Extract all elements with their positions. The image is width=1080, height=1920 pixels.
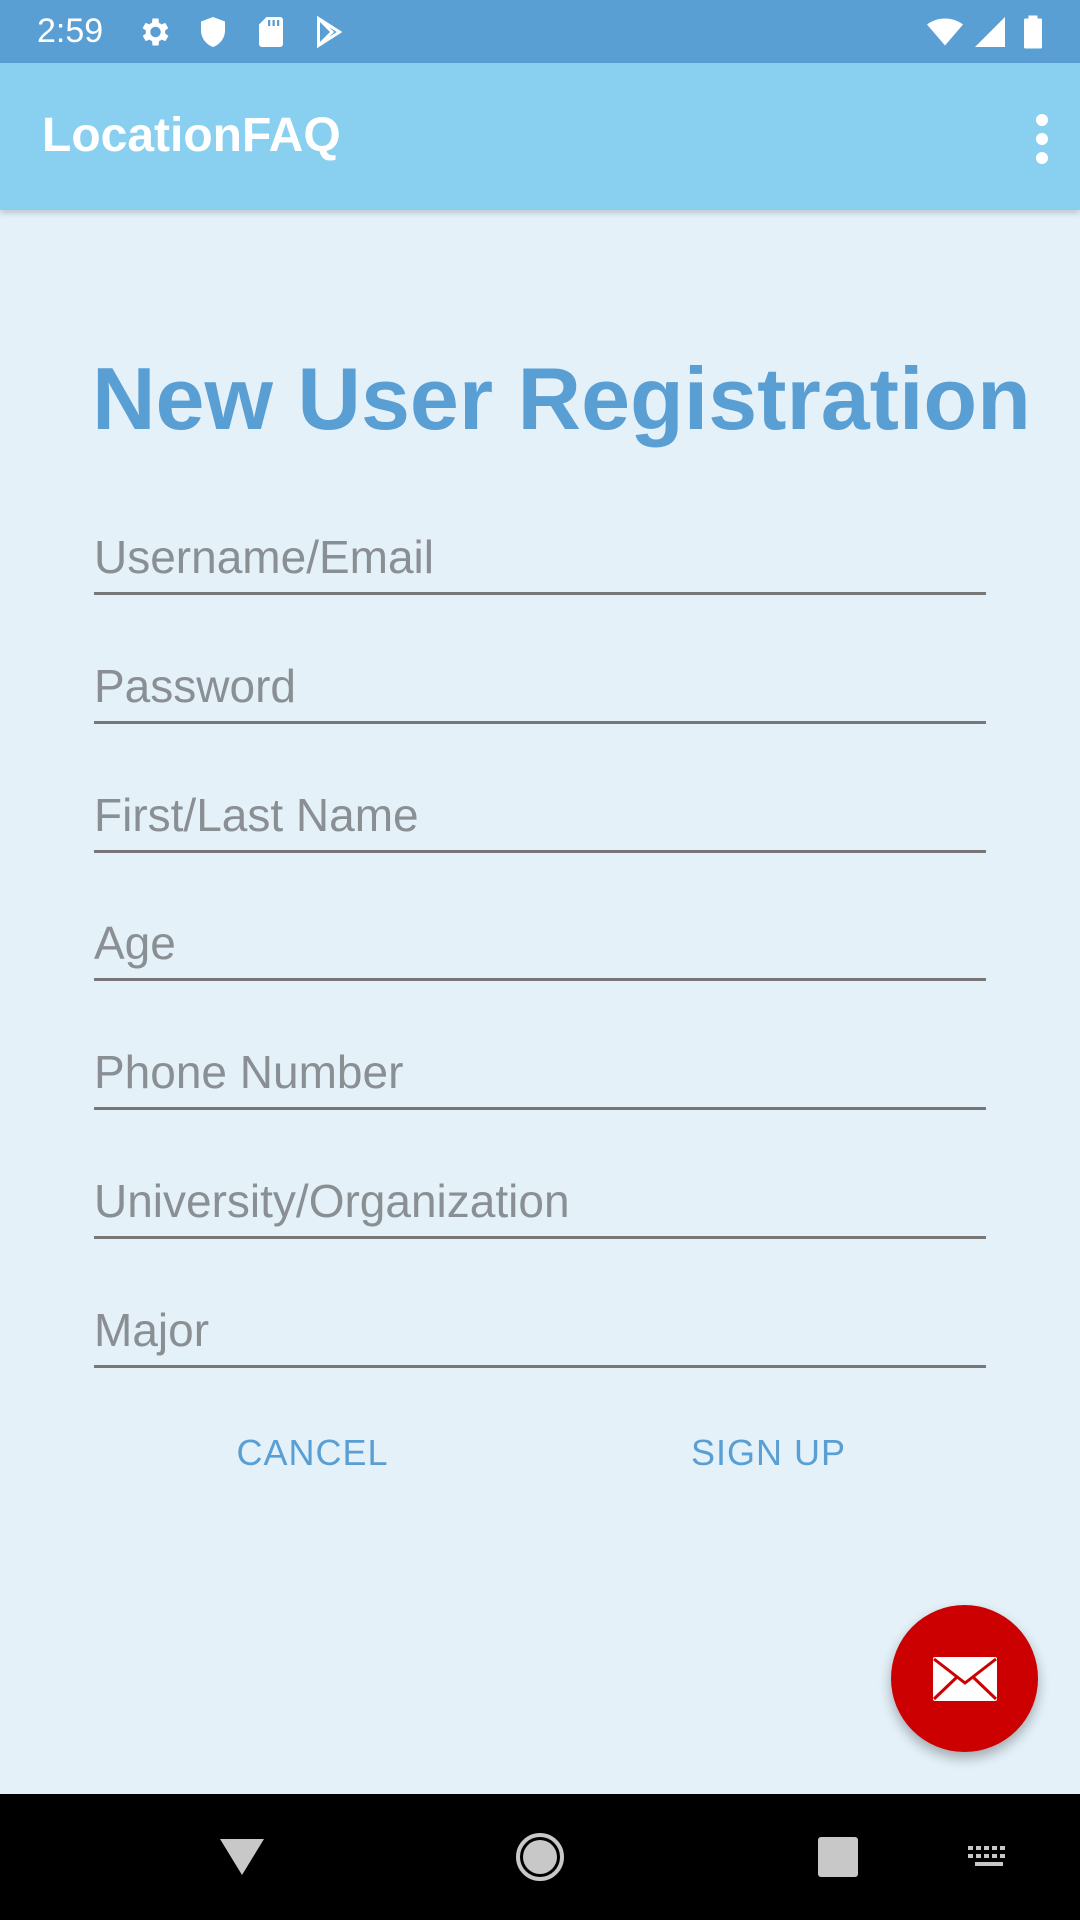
play-store-icon	[317, 15, 343, 49]
university-organization-field[interactable]	[94, 1174, 986, 1228]
home-icon	[516, 1833, 564, 1881]
navigation-bar	[0, 1794, 1080, 1920]
recents-icon	[818, 1837, 858, 1877]
age-field-container	[94, 908, 986, 981]
app-bar: LocationFAQ	[0, 63, 1080, 210]
shield-icon	[201, 17, 225, 47]
app-title: LocationFAQ	[42, 109, 341, 162]
sign-up-button[interactable]: SIGN UP	[666, 1412, 871, 1492]
sd-card-icon	[259, 17, 283, 47]
back-icon	[220, 1839, 264, 1875]
recents-button[interactable]	[805, 1824, 871, 1890]
phone-field-container	[94, 1037, 986, 1110]
name-field-container	[94, 780, 986, 853]
phone-number-field[interactable]	[94, 1045, 986, 1099]
username-email-field[interactable]	[94, 530, 986, 584]
keyboard-button[interactable]	[956, 1824, 1022, 1890]
username-email-field-container	[94, 522, 986, 595]
back-button[interactable]	[209, 1824, 275, 1890]
age-field[interactable]	[94, 916, 986, 970]
email-icon	[932, 1656, 997, 1701]
home-button[interactable]	[507, 1824, 573, 1890]
major-field-container	[94, 1295, 986, 1368]
status-time: 2:59	[37, 12, 104, 50]
more-vert-icon[interactable]	[1002, 103, 1062, 173]
page-title: New User Registration	[92, 349, 1031, 448]
organization-field-container	[94, 1166, 986, 1239]
email-fab-button[interactable]	[891, 1605, 1038, 1752]
major-field[interactable]	[94, 1303, 986, 1357]
gear-icon	[142, 18, 169, 46]
password-field-container	[94, 651, 986, 724]
first-last-name-field[interactable]	[94, 788, 986, 842]
password-field[interactable]	[94, 659, 986, 713]
signal-icon	[975, 17, 1005, 47]
status-bar: 2:59	[0, 0, 1080, 63]
registration-screen: 2:59 LocationFAQ New User Registration U…	[0, 0, 1080, 1920]
battery-icon	[1024, 15, 1042, 49]
keyboard-icon	[968, 1846, 1005, 1866]
cancel-button[interactable]: CANCEL	[210, 1412, 415, 1492]
wifi-icon	[927, 18, 963, 46]
